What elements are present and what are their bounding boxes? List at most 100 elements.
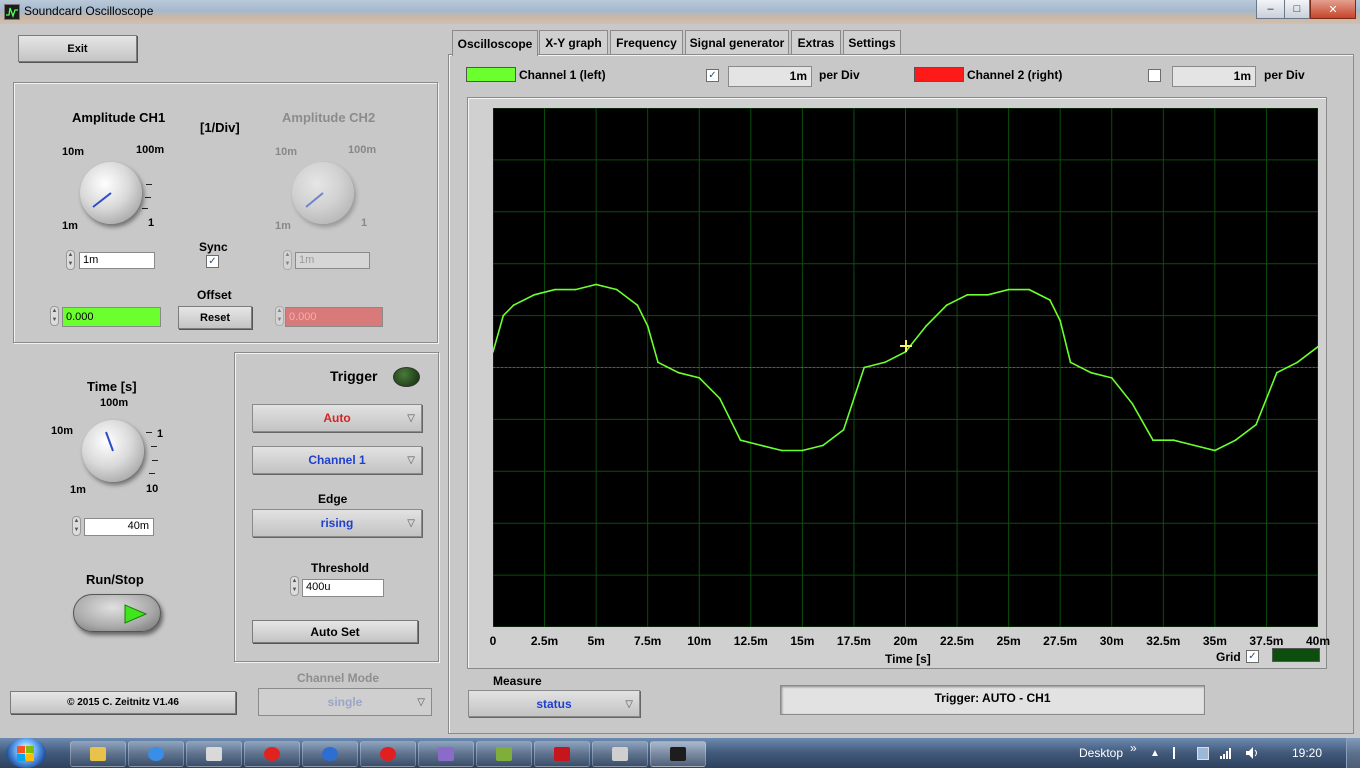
volume-icon[interactable] (1245, 746, 1259, 760)
taskbar-explorer[interactable] (70, 741, 126, 767)
edge-select[interactable]: rising ▽ (252, 509, 422, 537)
tick-mark (142, 208, 148, 209)
show-hidden-icons-icon[interactable]: ▲ (1150, 748, 1160, 759)
maximize-button[interactable]: □ (1284, 0, 1310, 19)
device-icon[interactable] (1197, 747, 1209, 760)
minimize-button[interactable]: – (1256, 0, 1285, 19)
ch1-data-point (1275, 371, 1278, 374)
sync-checkbox[interactable]: ✓ (206, 255, 219, 268)
taskbar-app10[interactable] (592, 741, 648, 767)
amplitude-ch1-knob[interactable] (80, 162, 142, 224)
run-stop-button[interactable] (73, 594, 161, 632)
offset-ch1-spinner[interactable]: ▲ ▼ (50, 306, 59, 326)
taskbar-oscilloscope[interactable] (650, 741, 706, 767)
tab-oscilloscope[interactable]: Oscilloscope (452, 30, 538, 56)
show-desktop-button[interactable] (1346, 738, 1360, 768)
channel-mode-value: single (327, 695, 363, 709)
amp-ch2-mark-1: 1 (361, 217, 368, 229)
trigger-channel-select[interactable]: Channel 1 ▽ (252, 446, 422, 474)
taskbar-ccleaner[interactable] (360, 741, 416, 767)
offset-label: Offset (197, 288, 232, 302)
trigger-channel-value: Channel 1 (308, 453, 366, 467)
taskbar-pdf[interactable] (534, 741, 590, 767)
trigger-mode-value: Auto (323, 411, 351, 425)
ch2-enable-checkbox[interactable] (1148, 69, 1161, 82)
tab-extras[interactable]: Extras (791, 30, 841, 54)
ch1-data-point (574, 288, 577, 291)
measure-select[interactable]: status ▽ (468, 690, 640, 717)
ch1-data-point (1193, 444, 1196, 447)
ch1-data-point (595, 283, 597, 286)
desktop-chevron-icon[interactable]: » (1130, 741, 1137, 755)
chevron-down-icon: ▽ (407, 455, 415, 466)
amp-ch2-mark-100m: 100m (348, 144, 377, 156)
threshold-field[interactable]: 400u (302, 579, 384, 597)
trigger-mode-select[interactable]: Auto ▽ (252, 404, 422, 432)
x-tick-label: 5m (587, 634, 605, 648)
ccleaner-icon (380, 747, 396, 761)
ch2-per-div-field[interactable]: 1m (1172, 66, 1256, 87)
amp-ch1-spinner[interactable]: ▲ ▼ (66, 250, 75, 270)
edge-value: rising (320, 516, 354, 530)
tab-signal-generator[interactable]: Signal generator (685, 30, 789, 54)
oscilloscope-plot[interactable] (493, 108, 1318, 627)
amp-ch1-mark-100m: 100m (136, 144, 165, 156)
amp-ch1-value-field[interactable]: 1m (79, 252, 155, 269)
time-title: Time [s] (87, 379, 137, 394)
clock[interactable]: 19:20 (1292, 746, 1322, 760)
ch1-data-point (966, 293, 969, 296)
ch1-data-point (1214, 449, 1216, 452)
ch2-color-swatch[interactable] (914, 67, 964, 82)
calculator-icon (206, 747, 222, 761)
taskbar-app5[interactable] (302, 741, 358, 767)
time-knob[interactable] (82, 420, 144, 482)
x-tick-label: 40m (1305, 634, 1331, 648)
ch1-data-point (657, 361, 659, 364)
ch1-color-swatch[interactable] (466, 67, 516, 82)
desktop-label[interactable]: Desktop (1079, 746, 1123, 760)
threshold-spinner[interactable]: ▲ ▼ (290, 576, 299, 596)
ch1-data-point (1007, 288, 1010, 291)
amp-ch1-mark-1: 1 (148, 217, 155, 229)
ch1-data-point (533, 293, 536, 296)
ch1-per-div-field[interactable]: 1m (728, 66, 812, 87)
trigger-panel (234, 352, 439, 662)
taskbar-calculator[interactable] (186, 741, 242, 767)
flag-icon[interactable] (1173, 747, 1185, 759)
x-tick-label: 2.5m (530, 634, 559, 648)
x-tick-label: 35m (1202, 634, 1227, 648)
time-spinner[interactable]: ▲ ▼ (72, 516, 81, 536)
time-mark-1m: 1m (70, 484, 86, 496)
start-button[interactable] (6, 738, 46, 768)
offset-ch1-field[interactable]: 0.000 (62, 307, 161, 327)
exit-button[interactable]: Exit (18, 35, 137, 62)
x-tick-label: 17.5m (836, 634, 871, 648)
x-tick-label: 0 (489, 634, 497, 648)
close-button[interactable]: ✕ (1310, 0, 1356, 19)
auto-set-button[interactable]: Auto Set (252, 620, 418, 643)
ch1-enable-checkbox[interactable]: ✓ (706, 69, 719, 82)
reset-button[interactable]: Reset (178, 306, 252, 329)
tick-mark (145, 197, 151, 198)
ch1-data-point (987, 293, 989, 296)
folder-icon (90, 747, 106, 761)
time-value-field[interactable]: 40m (84, 518, 154, 536)
window-title: Soundcard Oscilloscope (24, 4, 154, 18)
network-icon[interactable] (1219, 746, 1233, 760)
taskbar-opera[interactable] (244, 741, 300, 767)
measure-value: status (536, 696, 572, 711)
taskbar-app7[interactable] (418, 741, 474, 767)
x-tick-label: 32.5m (1146, 634, 1181, 648)
grid-checkbox[interactable]: ✓ (1246, 650, 1259, 663)
taskbar-app8[interactable] (476, 741, 532, 767)
tab-settings[interactable]: Settings (843, 30, 901, 54)
tick-mark (151, 446, 157, 447)
copyright-label: © 2015 C. Zeitnitz V1.46 (10, 691, 236, 714)
tab-frequency[interactable]: Frequency (610, 30, 683, 54)
ch1-data-point (780, 449, 783, 452)
ch1-data-point (1110, 377, 1113, 379)
taskbar-ie[interactable] (128, 741, 184, 767)
grid-color-swatch[interactable] (1272, 648, 1320, 662)
tab-xy-graph[interactable]: X-Y graph (539, 30, 608, 54)
tick-mark (149, 473, 155, 474)
